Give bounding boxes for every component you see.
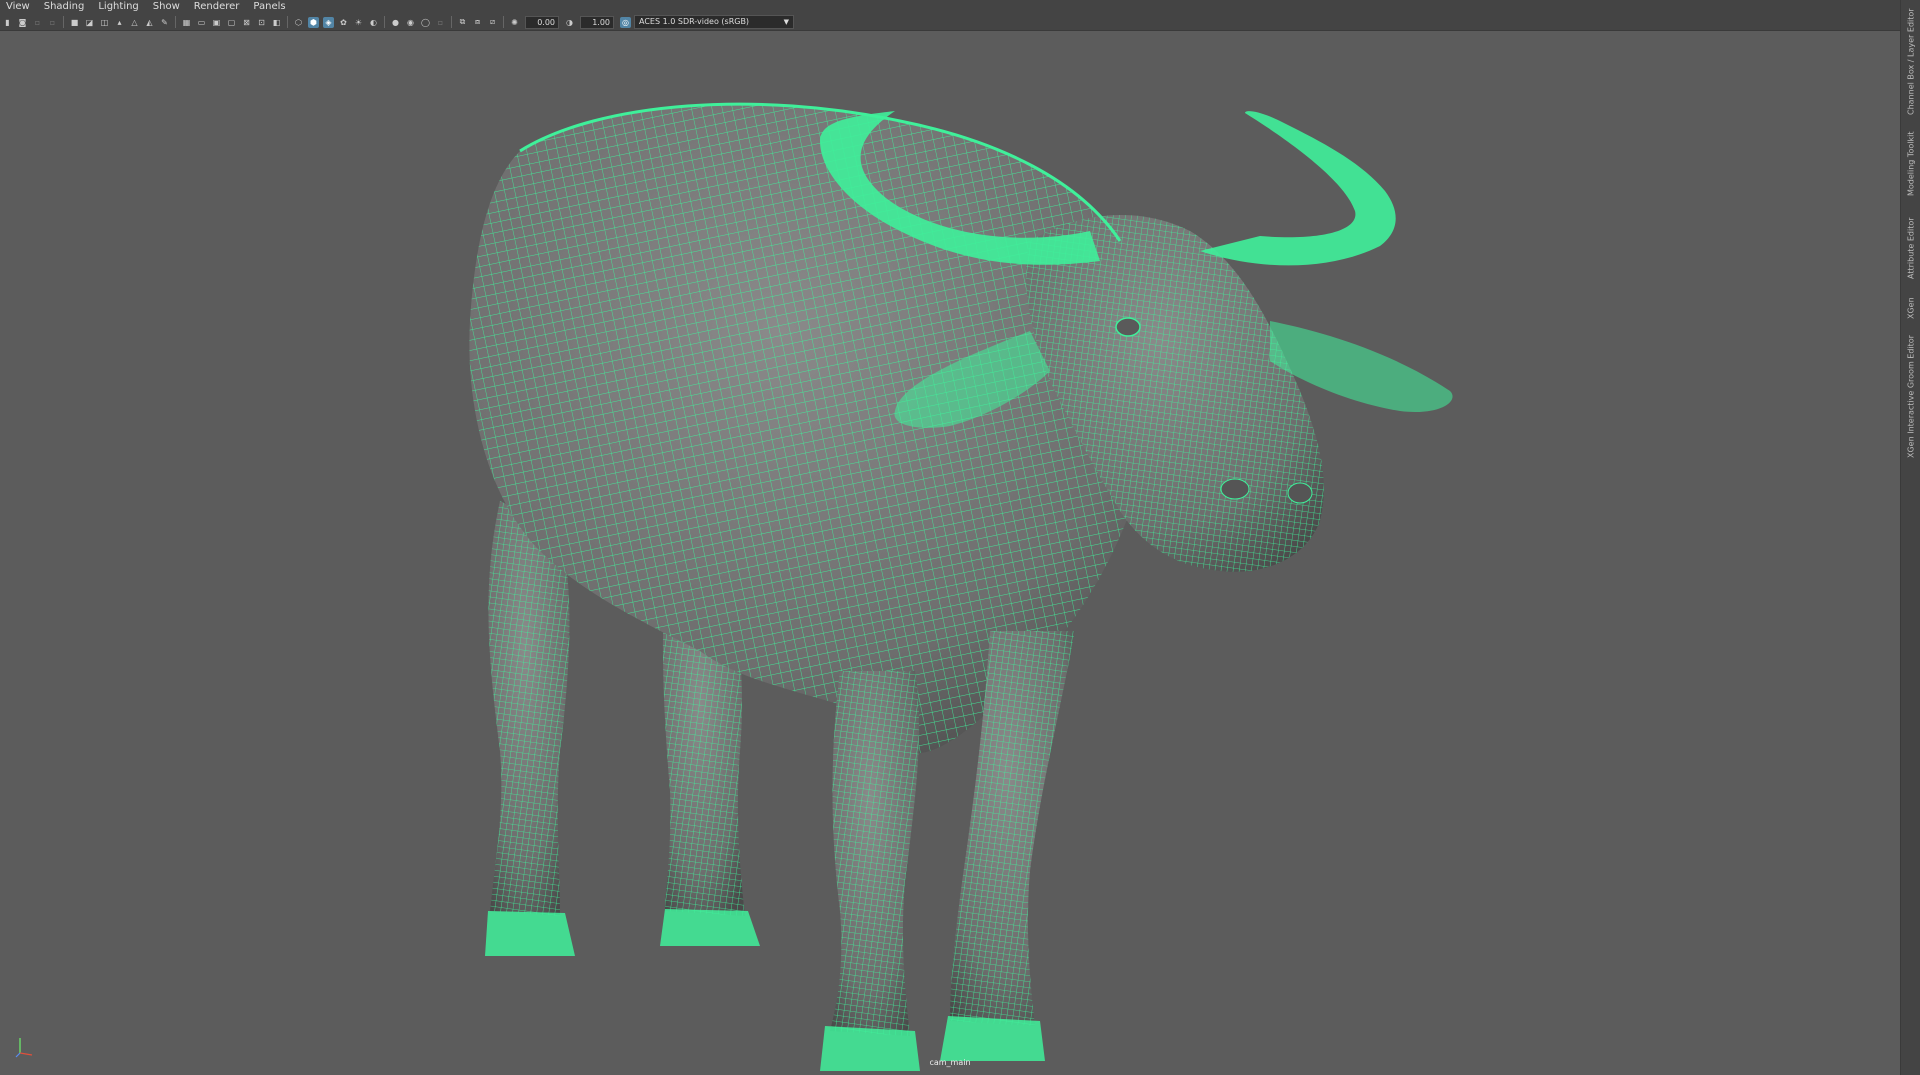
xray-joints-icon[interactable]: ⊠ <box>241 17 252 28</box>
field-chart-icon[interactable]: ▴ <box>114 17 125 28</box>
toolbar-divider <box>384 16 385 28</box>
pencil-icon[interactable]: ✎ <box>159 17 170 28</box>
anti-aliasing-icon[interactable]: ◯ <box>420 17 431 28</box>
screen-space-ao-icon[interactable]: ● <box>390 17 401 28</box>
wireframe-on-shaded-icon[interactable]: ◈ <box>323 16 334 28</box>
gamma-icon[interactable]: ◑ <box>564 17 575 28</box>
camera-name-label: cam_main <box>929 1058 971 1067</box>
exposure-icon[interactable]: ✺ <box>509 17 520 28</box>
right-side-tab-strip: Channel Box / Layer Editor Modeling Tool… <box>1900 0 1920 1075</box>
eye <box>1115 317 1141 337</box>
lock-camera-icon[interactable]: ▫ <box>32 17 43 28</box>
grid-icon[interactable]: ▦ <box>181 17 192 28</box>
hoof <box>485 911 575 956</box>
panel-toolbar: ▮ ◙ ▫ ▫ ■ ◪ ◫ ▴ △ ◭ ✎ ▦ ▭ ▣ ▢ ⊠ ⊡ ◧ ⬡ ⬢ … <box>0 14 1900 31</box>
isolate-select-icon[interactable]: ▣ <box>211 17 222 28</box>
gamma-field[interactable]: 1.00 <box>580 15 614 29</box>
modeling-toolkit-tab[interactable]: Modeling Toolkit <box>1903 126 1919 202</box>
wireframe-mode-icon[interactable]: ⧄ <box>487 17 498 28</box>
menu-renderer[interactable]: Renderer <box>187 0 247 14</box>
hoof <box>940 1016 1045 1061</box>
shadows-icon[interactable]: ◐ <box>368 17 379 28</box>
menu-panels[interactable]: Panels <box>246 0 292 14</box>
xgen-groom-editor-tab[interactable]: XGen Interactive Groom Editor <box>1903 332 1919 462</box>
bookmark-icon[interactable]: ▫ <box>47 17 58 28</box>
hoof <box>660 909 760 946</box>
toolbar-divider <box>63 16 64 28</box>
camera-icon[interactable]: ◙ <box>17 17 28 28</box>
wireframe-icon[interactable]: ⬡ <box>293 17 304 28</box>
toolbar-divider <box>175 16 176 28</box>
view-transform-dropdown[interactable]: ACES 1.0 SDR-video (sRGB) ▼ <box>634 15 794 29</box>
menu-lighting[interactable]: Lighting <box>91 0 145 14</box>
motion-blur-icon[interactable]: ◉ <box>405 17 416 28</box>
right-horn <box>1200 111 1396 266</box>
menu-show[interactable]: Show <box>146 0 187 14</box>
panel-menu-bar: View Shading Lighting Show Renderer Pane… <box>0 0 1900 14</box>
resolution-gate-icon[interactable]: ◪ <box>84 17 95 28</box>
buffalo-model[interactable] <box>469 102 1453 1071</box>
heads-up-display-icon[interactable]: ▭ <box>196 17 207 28</box>
xray-active-icon[interactable]: ⊡ <box>256 17 267 28</box>
depth-of-field-icon[interactable]: ▫ <box>435 17 446 28</box>
menu-view[interactable]: View <box>0 0 37 14</box>
buffalo-wireframe-render <box>469 102 1453 1071</box>
film-gate-icon[interactable]: ■ <box>69 17 80 28</box>
axis-gizmo-icon <box>15 1038 33 1058</box>
3d-viewport[interactable] <box>0 31 1900 1075</box>
smooth-shade-icon[interactable]: ⬢ <box>308 16 319 28</box>
safe-title-icon[interactable]: ◭ <box>144 17 155 28</box>
xray-icon[interactable]: ▢ <box>226 17 237 28</box>
exposure-field[interactable]: 0.00 <box>525 15 559 29</box>
light-icon[interactable]: ☀ <box>353 17 364 28</box>
select-camera-icon[interactable]: ▮ <box>2 17 13 28</box>
gate-mask-icon[interactable]: ◫ <box>99 17 110 28</box>
toolbar-divider <box>451 16 452 28</box>
nostril <box>1287 482 1313 504</box>
safe-action-icon[interactable]: △ <box>129 17 140 28</box>
menu-shading[interactable]: Shading <box>37 0 92 14</box>
textured-icon[interactable]: ◧ <box>271 17 282 28</box>
toolbar-divider <box>503 16 504 28</box>
color-management-icon[interactable]: ◎ <box>620 16 631 28</box>
channel-box-tab[interactable]: Channel Box / Layer Editor <box>1903 6 1919 118</box>
toolbar-divider <box>287 16 288 28</box>
xgen-tab[interactable]: XGen <box>1903 294 1919 322</box>
view-transform-value: ACES 1.0 SDR-video (sRGB) <box>639 17 750 26</box>
attribute-editor-tab[interactable]: Attribute Editor <box>1903 212 1919 284</box>
image-plane-icon[interactable]: ⧈ <box>472 17 483 28</box>
textures-icon[interactable]: ✿ <box>338 17 349 28</box>
chevron-down-icon: ▼ <box>783 18 789 26</box>
nostril <box>1220 478 1250 500</box>
isolate-icon[interactable]: ⧉ <box>457 17 468 28</box>
